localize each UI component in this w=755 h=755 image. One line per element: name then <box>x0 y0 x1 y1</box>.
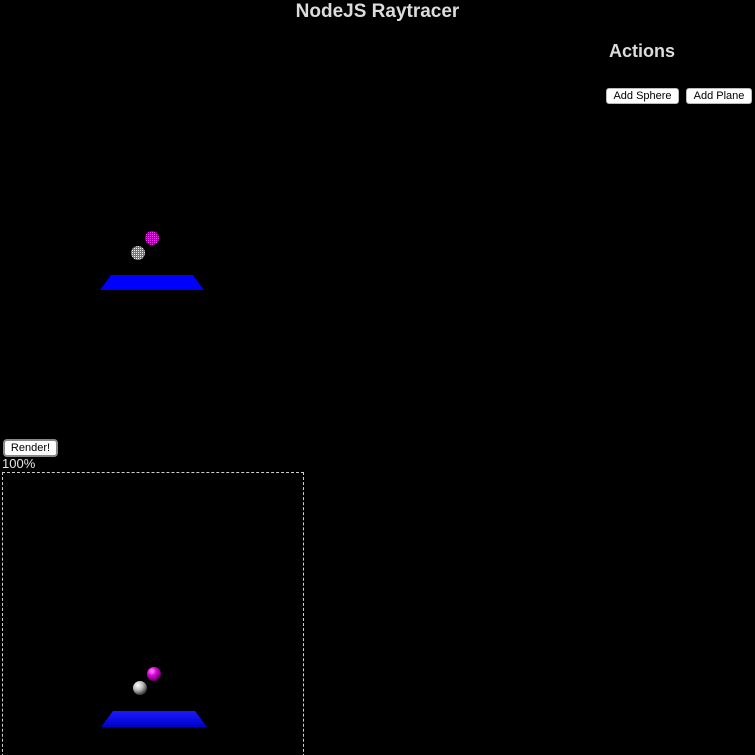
render-output <box>2 472 304 755</box>
add-sphere-button[interactable]: Add Sphere <box>606 88 679 104</box>
preview-plane <box>100 275 204 290</box>
page-title: NodeJS Raytracer <box>295 1 460 22</box>
scene-preview[interactable] <box>0 120 302 422</box>
rendered-sphere-white <box>133 681 147 695</box>
render-button[interactable]: Render! <box>3 439 58 457</box>
preview-sphere-white <box>131 246 145 260</box>
preview-sphere-magenta <box>145 231 159 245</box>
render-progress: 100% <box>2 456 36 471</box>
raytracer-app: NodeJS Raytracer Actions Add Sphere Add … <box>0 0 755 755</box>
rendered-sphere-magenta <box>147 667 161 681</box>
render-output-canvas <box>101 667 207 727</box>
rendered-plane <box>101 711 207 727</box>
add-plane-button[interactable]: Add Plane <box>686 88 752 104</box>
actions-heading: Actions <box>609 41 676 61</box>
scene-preview-canvas <box>100 231 204 290</box>
